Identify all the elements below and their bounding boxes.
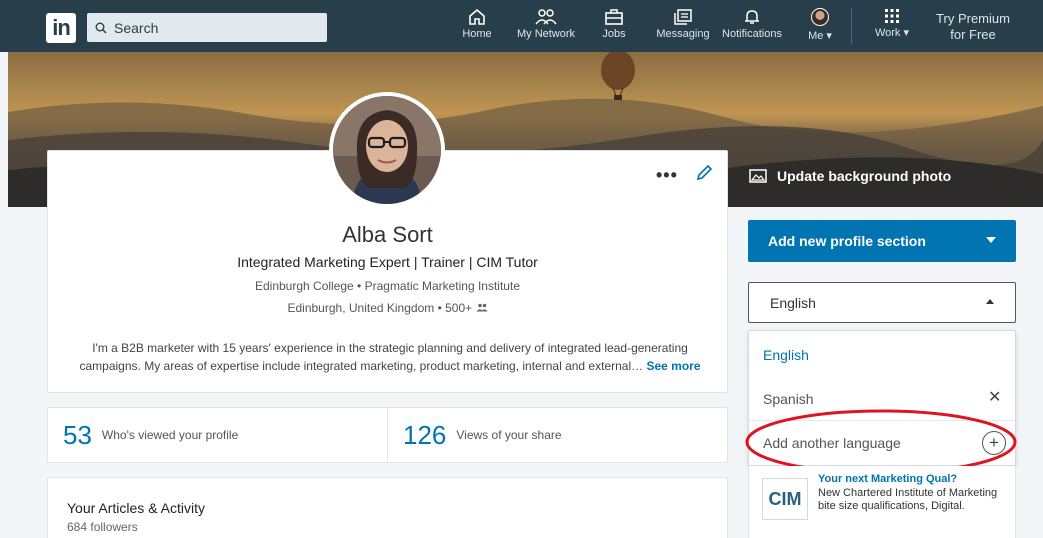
profile-photo[interactable] bbox=[329, 92, 445, 208]
nav-notifications-label: Notifications bbox=[722, 28, 782, 40]
sponsored-ad[interactable]: CIM Your next Marketing Qual? New Charte… bbox=[748, 466, 1016, 538]
share-views-label: Views of your share bbox=[456, 428, 562, 442]
nav-messaging[interactable]: Messaging bbox=[656, 8, 710, 48]
nav-work-label: Work ▾ bbox=[874, 27, 910, 39]
search-icon bbox=[95, 22, 107, 34]
premium-line-2: for Free bbox=[950, 27, 996, 42]
ad-title[interactable]: Your next Marketing Qual? bbox=[818, 473, 957, 485]
see-more-link[interactable]: See more bbox=[646, 359, 700, 373]
profile-views-stat[interactable]: 53 Who's viewed your profile bbox=[48, 408, 387, 462]
ad-body: New Chartered Institute of Marketing bit… bbox=[818, 487, 998, 512]
more-options-icon[interactable]: ••• bbox=[656, 165, 678, 186]
image-icon bbox=[749, 169, 767, 183]
try-premium-link[interactable]: Try Premium for Free bbox=[930, 11, 1016, 43]
nav-my-network[interactable]: My Network bbox=[516, 8, 576, 48]
articles-title: Your Articles & Activity bbox=[67, 500, 205, 516]
nav-jobs-label: Jobs bbox=[602, 28, 626, 40]
profile-name: Alba Sort bbox=[342, 222, 433, 247]
share-views-stat[interactable]: 126 Views of your share bbox=[387, 408, 727, 462]
nav-divider bbox=[851, 8, 852, 44]
add-language-plus-icon[interactable]: + bbox=[982, 431, 1006, 455]
top-navigation: in Search Home My Network Jobs Messaging… bbox=[0, 0, 1043, 52]
update-background-label: Update background photo bbox=[777, 168, 952, 184]
summary-line-1: I'm a B2B marketer with 15 years' experi… bbox=[92, 341, 688, 355]
share-views-count: 126 bbox=[403, 419, 447, 450]
update-background-photo-button[interactable]: Update background photo bbox=[749, 168, 951, 184]
bell-icon bbox=[745, 10, 759, 24]
add-section-label: Add new profile section bbox=[768, 233, 926, 249]
language-select[interactable]: English bbox=[748, 282, 1016, 323]
profile-summary: I'm a B2B marketer with 15 years' experi… bbox=[70, 339, 710, 375]
articles-activity-card: Your Articles & Activity 684 followers bbox=[47, 477, 728, 538]
nav-messaging-label: Messaging bbox=[656, 28, 710, 40]
nav-jobs[interactable]: Jobs bbox=[599, 8, 629, 48]
nav-notifications[interactable]: Notifications bbox=[719, 8, 785, 48]
summary-line-2-text: campaigns. My areas of expertise include… bbox=[79, 359, 644, 373]
edit-pencil-icon[interactable] bbox=[695, 164, 713, 182]
followers-count: 684 followers bbox=[67, 520, 138, 534]
language-option-english[interactable]: English bbox=[763, 347, 809, 363]
add-profile-section-button[interactable]: Add new profile section bbox=[748, 220, 1016, 262]
nav-me-label: Me ▾ bbox=[808, 30, 832, 42]
messaging-icon bbox=[674, 9, 692, 25]
profile-stats: 53 Who's viewed your profile 126 Views o… bbox=[47, 407, 728, 463]
nav-my-network-label: My Network bbox=[516, 28, 576, 40]
nav-me[interactable]: Me ▾ bbox=[803, 8, 837, 48]
nav-work[interactable]: Work ▾ bbox=[870, 8, 914, 48]
briefcase-icon bbox=[605, 9, 623, 25]
language-dropdown: English Spanish ✕ Add another language + bbox=[748, 330, 1016, 466]
language-selected-value: English bbox=[770, 294, 816, 311]
nav-home[interactable]: Home bbox=[460, 8, 494, 48]
chevron-up-icon bbox=[986, 299, 994, 304]
dropdown-divider bbox=[749, 420, 1015, 421]
add-another-language[interactable]: Add another language bbox=[763, 435, 901, 451]
summary-line-2: campaigns. My areas of expertise include… bbox=[70, 357, 710, 375]
cim-logo: CIM bbox=[762, 478, 808, 520]
profile-avatar bbox=[333, 96, 441, 204]
connections-icon bbox=[476, 303, 487, 312]
home-icon bbox=[469, 8, 485, 25]
profile-views-label: Who's viewed your profile bbox=[101, 428, 239, 442]
profile-location-text: Edinburgh, United Kingdom • 500+ bbox=[287, 301, 473, 315]
avatar bbox=[811, 8, 829, 26]
language-option-spanish[interactable]: Spanish bbox=[763, 391, 814, 407]
grid-icon bbox=[885, 9, 899, 23]
network-icon bbox=[535, 9, 557, 25]
profile-education: Edinburgh College • Pragmatic Marketing … bbox=[254, 279, 520, 293]
remove-language-icon[interactable]: ✕ bbox=[988, 387, 1001, 407]
chevron-down-icon bbox=[986, 237, 996, 243]
premium-line-1: Try Premium bbox=[936, 11, 1010, 26]
profile-views-count: 53 bbox=[63, 419, 92, 450]
nav-home-label: Home bbox=[462, 28, 492, 40]
profile-headline: Integrated Marketing Expert | Trainer | … bbox=[237, 254, 538, 270]
linkedin-logo[interactable]: in bbox=[46, 13, 76, 43]
search-input[interactable]: Search bbox=[87, 13, 327, 42]
profile-location: Edinburgh, United Kingdom • 500+ bbox=[47, 301, 728, 315]
search-placeholder: Search bbox=[114, 19, 159, 36]
